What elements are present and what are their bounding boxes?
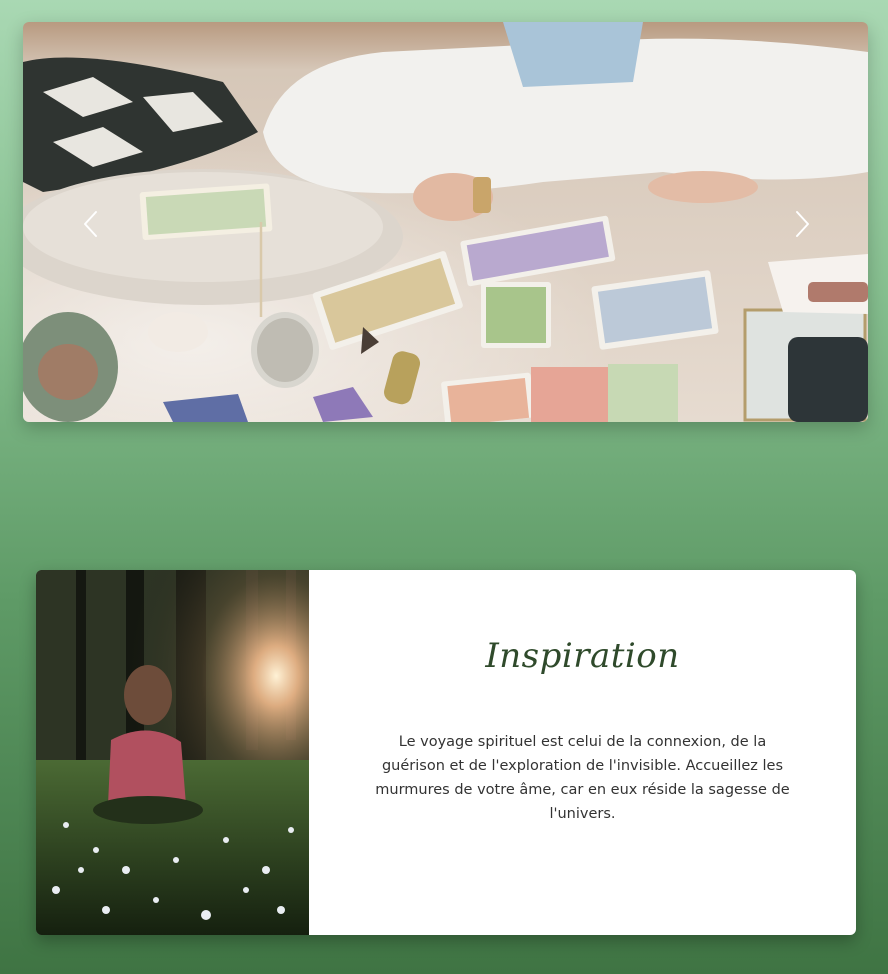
inspiration-title: Inspiration xyxy=(485,636,680,676)
chevron-left-icon xyxy=(84,211,97,237)
inspiration-photo xyxy=(36,570,309,935)
carousel-prev-button[interactable] xyxy=(71,204,111,244)
chevron-right-icon xyxy=(796,211,809,237)
inspiration-content: Inspiration Le voyage spirituel est celu… xyxy=(309,570,856,935)
image-carousel xyxy=(23,22,868,422)
inspiration-card: Inspiration Le voyage spirituel est celu… xyxy=(36,570,856,935)
carousel-slide-image xyxy=(23,22,868,422)
inspiration-text: Le voyage spirituel est celui de la conn… xyxy=(375,734,790,822)
carousel-next-button[interactable] xyxy=(782,204,822,244)
